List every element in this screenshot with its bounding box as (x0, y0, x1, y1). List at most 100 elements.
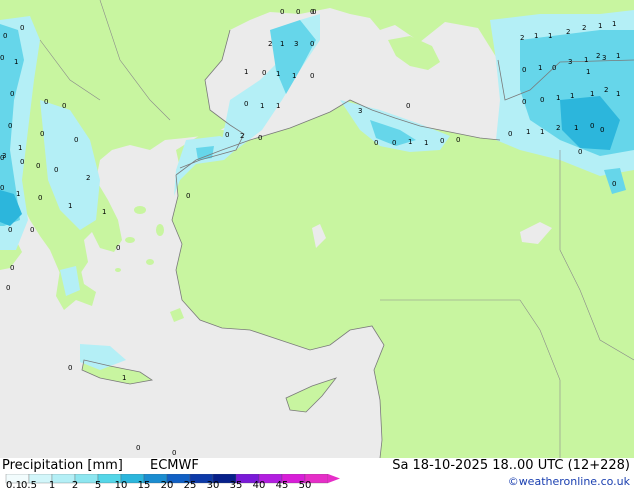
map-label: 0 (440, 137, 444, 145)
map-label: 0 (590, 122, 594, 130)
map-label: 0 (74, 136, 78, 144)
map-label: 1 (534, 32, 538, 40)
map-label: 0 (38, 194, 42, 202)
map-label: 1 (574, 124, 578, 132)
map-label: 1 (14, 58, 18, 66)
map-label: 0 (310, 8, 314, 16)
map-label: 0 (44, 98, 48, 106)
map-label: 0 (186, 192, 190, 200)
map-label: 3 (358, 107, 362, 115)
map-label: 3 (294, 40, 298, 48)
map-label: 1 (616, 52, 620, 60)
map-label: 0 (0, 184, 4, 192)
map-label: 1 (292, 72, 296, 80)
map-label: 1 (556, 94, 560, 102)
map-label: 0 (136, 444, 140, 452)
map-label: 0 (68, 364, 72, 372)
map-canvas: 0 0 0 1 0 0 0 0 0 1 0 0 0 0 0 0 3 0 1 2 … (0, 0, 634, 459)
map-label: 1 (548, 32, 552, 40)
map-label: 1 (16, 190, 20, 198)
map-footer: Precipitation [mm] ECMWF Sa 18-10-2025 1… (0, 458, 634, 491)
map-label: 1 (424, 139, 428, 147)
map-label: 0 (172, 449, 176, 457)
valid-time: Sa 18-10-2025 18..00 UTC (12+228) (392, 458, 630, 473)
map-label: 0 (578, 148, 582, 156)
map-label: 0 (540, 96, 544, 104)
legend-tick-label: 0.1 (6, 480, 22, 491)
map-label: 0 (280, 8, 284, 16)
legend-tick-label: 10 (114, 480, 128, 491)
map-label: 1 (122, 374, 126, 382)
map-label: 1 (280, 40, 284, 48)
map-label: 0 (310, 72, 314, 80)
map-label: 0 (10, 90, 14, 98)
map-label: 1 (244, 68, 248, 76)
map-label: 0 (552, 64, 556, 72)
map-label: 0 (522, 66, 526, 74)
map-label: 0 (296, 8, 300, 16)
map-label: 1 (612, 20, 616, 28)
map-label: 2 (582, 24, 586, 32)
model-name: ECMWF (150, 458, 199, 473)
map-label: 1 (276, 102, 280, 110)
map-label: 0 (612, 180, 616, 188)
map-label: 1 (260, 102, 264, 110)
legend-tick-label: 20 (160, 480, 174, 491)
legend-tick-label: 0.5 (21, 480, 37, 491)
map-label: 2 (268, 40, 272, 48)
map-label: 0 (6, 284, 10, 292)
map-label: 0 (258, 134, 262, 142)
map-label: 1 (584, 56, 588, 64)
map-label: 2 (556, 124, 560, 132)
map-label: 3 (602, 54, 606, 62)
legend-arrow (328, 474, 340, 483)
legend-tick-label: 2 (71, 480, 79, 491)
map-label: 0 (522, 98, 526, 106)
map-label: 0 (20, 24, 24, 32)
map-label: 2 (520, 34, 524, 42)
map-label: 2 (86, 174, 90, 182)
map-label: 1 (102, 208, 106, 216)
legend-tick-label: 40 (252, 480, 266, 491)
map-label: 1 (590, 90, 594, 98)
map-label: 0 (262, 69, 266, 77)
credit-link[interactable]: ©weatheronline.co.uk (508, 475, 630, 488)
legend-tick-label: 30 (206, 480, 220, 491)
map-label: 2 (566, 28, 570, 36)
map-label: 0 (10, 264, 14, 272)
map-label: 0 (3, 32, 7, 40)
map-label: 0 (508, 130, 512, 138)
map-label: 0 (310, 40, 314, 48)
map-label: 1 (538, 64, 542, 72)
map-label: 0 (600, 126, 604, 134)
map-label: 0 (30, 226, 34, 234)
map-label: 0 (374, 139, 378, 147)
map-label: 0 (244, 100, 248, 108)
map-label: 2 (604, 86, 608, 94)
map-label: 0 (20, 158, 24, 166)
map-label: 1 (586, 68, 590, 76)
map-title: Precipitation [mm] (2, 458, 123, 473)
map-label: 0 (392, 139, 396, 147)
legend-tick-label: 25 (183, 480, 197, 491)
map-label: 1 (68, 202, 72, 210)
map-label: 0 (62, 102, 66, 110)
map-label: 0 (0, 54, 4, 62)
map-label: 2 (596, 52, 600, 60)
legend-tick-label: 45 (275, 480, 289, 491)
map-label: 0 (116, 244, 120, 252)
legend-tick-label: 5 (94, 480, 102, 491)
map-label: 1 (616, 90, 620, 98)
map-label: 0 (8, 122, 12, 130)
map-label: 1 (526, 128, 530, 136)
map-label: 1 (540, 128, 544, 136)
map-label: 1 (18, 144, 22, 152)
map-label: 0 (456, 136, 460, 144)
map-label: 1 (598, 22, 602, 30)
map-label: 0 (54, 166, 58, 174)
map-label: 0 (406, 102, 410, 110)
precipitation-map: 0 0 0 1 0 0 0 0 0 1 0 0 0 0 0 0 3 0 1 2 … (0, 0, 634, 459)
legend-tick-label: 15 (137, 480, 151, 491)
map-label: 1 (276, 70, 280, 78)
map-label: 1 (408, 138, 412, 146)
